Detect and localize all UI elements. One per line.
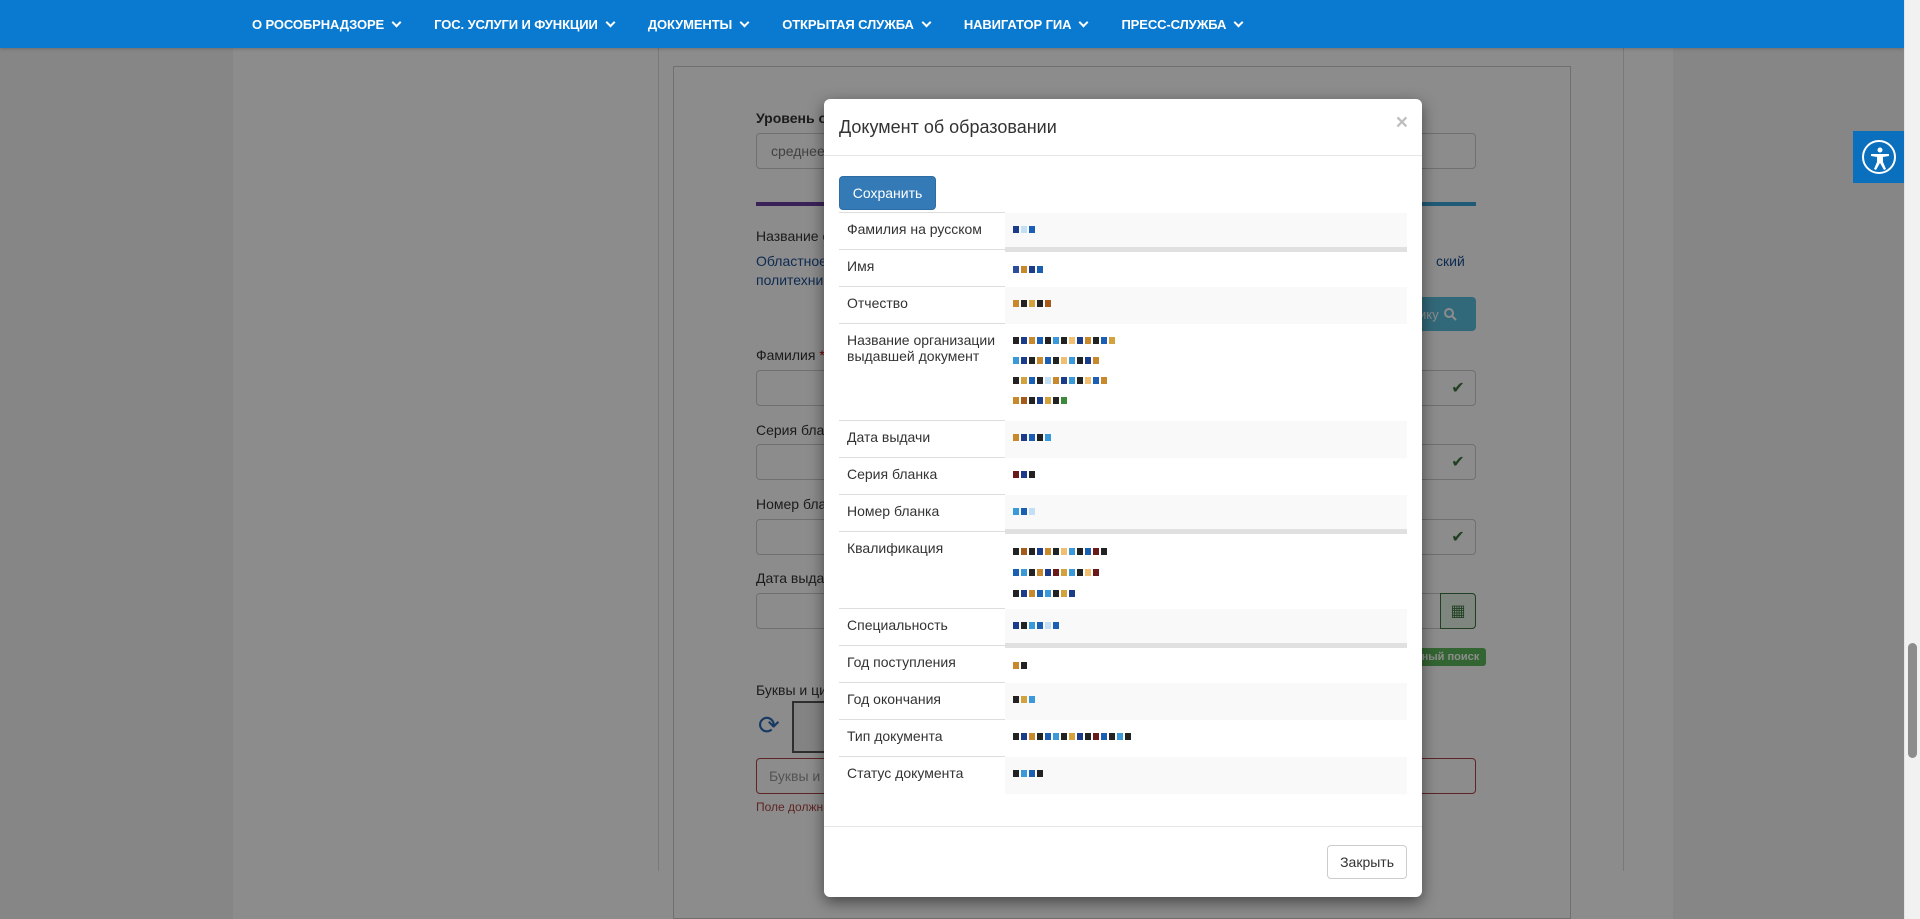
modal-footer: Закрыть — [824, 826, 1422, 897]
nav-item-open-service[interactable]: ОТКРЫТАЯ СЛУЖБА — [782, 16, 932, 32]
row-label: Год окончания — [839, 682, 1005, 720]
table-row: Специальность — [839, 608, 1407, 648]
accessibility-icon — [1861, 140, 1896, 174]
row-label: Дата выдачи — [839, 420, 1005, 458]
row-label: Специальность — [839, 608, 1005, 646]
accessibility-button[interactable] — [1853, 131, 1904, 183]
table-row: Отчество — [839, 286, 1407, 324]
row-label: Квалификация — [839, 531, 1005, 609]
redacted-value — [1005, 756, 1407, 794]
redacted-value — [1005, 212, 1407, 252]
redacted-value — [1005, 324, 1407, 421]
nav-item-gia-navigator[interactable]: НАВИГАТОР ГИА — [963, 16, 1089, 32]
redacted-value — [1005, 250, 1407, 287]
save-button[interactable]: Сохранить — [839, 176, 936, 210]
row-label: Имя — [839, 249, 1005, 287]
nav-item-about[interactable]: О РОСОБРНАДЗОРЕ — [252, 16, 402, 32]
redacted-value — [1005, 646, 1407, 683]
redacted-value — [1005, 458, 1407, 495]
table-row: Год окончания — [839, 682, 1407, 720]
table-row: Дата выдачи — [839, 420, 1407, 458]
redacted-value — [1005, 532, 1407, 609]
row-label: Тип документа — [839, 719, 1005, 757]
chevron-down-icon — [1078, 17, 1089, 27]
table-row: Номер бланка — [839, 494, 1407, 534]
chevron-down-icon — [605, 17, 616, 27]
nav-item-press[interactable]: ПРЕСС-СЛУЖБА — [1121, 16, 1244, 32]
row-label: Статус документа — [839, 756, 1005, 794]
redacted-value — [1005, 720, 1407, 757]
row-label: Название организации выдавшей документ — [839, 323, 1005, 421]
table-row: Тип документа — [839, 719, 1407, 757]
table-row: Название организации выдавшей документ — [839, 323, 1407, 421]
row-label: Отчество — [839, 286, 1005, 324]
redacted-value — [1005, 420, 1407, 458]
close-button[interactable]: Закрыть — [1327, 845, 1407, 879]
row-label: Год поступления — [839, 645, 1005, 683]
nav-item-label: ОТКРЫТАЯ СЛУЖБА — [782, 16, 914, 32]
modal-header: Документ об образовании × — [824, 99, 1422, 156]
table-row: Имя — [839, 249, 1407, 287]
chevron-down-icon — [739, 17, 750, 27]
chevron-down-icon — [1233, 17, 1244, 27]
redacted-value — [1005, 286, 1407, 324]
nav-item-label: ПРЕСС-СЛУЖБА — [1121, 16, 1227, 32]
table-row: Статус документа — [839, 756, 1407, 794]
table-row: Серия бланка — [839, 457, 1407, 495]
scrollbar-thumb[interactable] — [1908, 643, 1917, 758]
nav-item-label: ДОКУМЕНТЫ — [647, 16, 733, 32]
nav-item-documents[interactable]: ДОКУМЕНТЫ — [647, 16, 750, 32]
row-label: Фамилия на русском — [839, 212, 1005, 250]
nav-item-label: О РОСОБРНАДЗОРЕ — [252, 16, 385, 32]
modal-body: Сохранить Фамилия на русском Имя Отчеств… — [824, 156, 1422, 794]
redacted-value — [1005, 494, 1407, 534]
chevron-down-icon — [391, 17, 402, 27]
row-label: Номер бланка — [839, 494, 1005, 532]
row-label: Серия бланка — [839, 457, 1005, 495]
nav-item-services[interactable]: ГОС. УСЛУГИ И ФУНКЦИИ — [434, 16, 616, 32]
page-scrollbar[interactable] — [1904, 0, 1920, 919]
modal-title: Документ об образовании — [839, 116, 1057, 137]
table-row: Фамилия на русском — [839, 212, 1407, 252]
chevron-down-icon — [921, 17, 932, 27]
table-row: Год поступления — [839, 645, 1407, 683]
nav-item-label: НАВИГАТОР ГИА — [963, 16, 1072, 32]
document-modal: Документ об образовании × Сохранить Фами… — [824, 99, 1422, 897]
redacted-value — [1005, 608, 1407, 648]
nav-item-label: ГОС. УСЛУГИ И ФУНКЦИИ — [434, 16, 598, 32]
table-row: Квалификация — [839, 531, 1407, 609]
document-table: Фамилия на русском Имя Отчество Название… — [839, 212, 1407, 794]
top-navigation: О РОСОБРНАДЗОРЕ ГОС. УСЛУГИ И ФУНКЦИИ ДО… — [0, 0, 1904, 48]
redacted-value — [1005, 682, 1407, 720]
close-icon[interactable]: × — [1396, 111, 1408, 135]
